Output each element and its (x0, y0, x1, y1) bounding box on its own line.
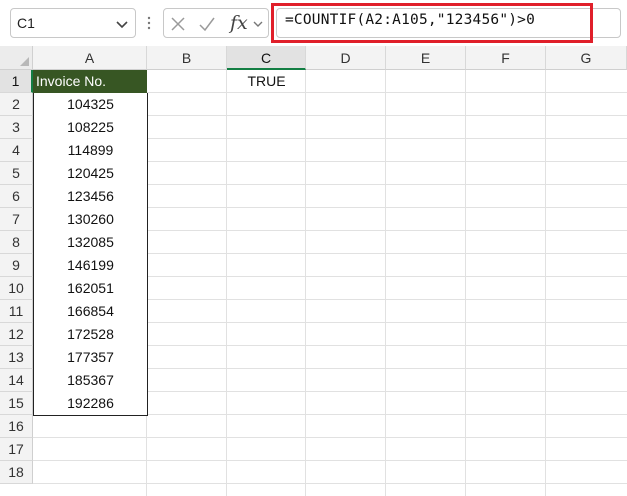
cell-a4[interactable]: 114899 (33, 139, 148, 163)
cell-a14[interactable]: 185367 (33, 369, 148, 393)
row-header-6[interactable]: 6 (0, 185, 33, 208)
row-header-4[interactable]: 4 (0, 139, 33, 162)
column-header-b[interactable]: B (147, 46, 227, 70)
column-header-d[interactable]: D (306, 46, 386, 70)
insert-function-button[interactable]: fx (230, 12, 248, 34)
row-header-11[interactable]: 11 (0, 300, 33, 323)
chevron-down-icon[interactable] (115, 17, 129, 31)
cell-a1[interactable]: Invoice No. (33, 70, 147, 93)
formula-toolbar: C1 fx =COUNTIF(A2:A105,"123456")>0 (0, 0, 627, 46)
gridline (465, 70, 466, 496)
cell-a9[interactable]: 146199 (33, 254, 148, 278)
row-header-8[interactable]: 8 (0, 231, 33, 254)
select-all-button[interactable] (0, 46, 33, 70)
column-header-g[interactable]: G (546, 46, 627, 70)
row-header-10[interactable]: 10 (0, 277, 33, 300)
row-header-2[interactable]: 2 (0, 93, 33, 116)
gridline (33, 437, 627, 438)
column-header-f[interactable]: F (466, 46, 546, 70)
gridline (33, 460, 627, 461)
spreadsheet-grid: A B C D E F G 1 2 3 4 5 6 7 8 9 10 11 12 13 14 15 16 17 18 Invoic… (0, 46, 627, 496)
column-header-a[interactable]: A (33, 46, 147, 70)
formula-text: =COUNTIF(A2:A105,"123456")>0 (285, 12, 536, 28)
select-all-icon (20, 57, 29, 66)
gridline (545, 70, 546, 496)
cell-a10[interactable]: 162051 (33, 277, 148, 301)
row-header-7[interactable]: 7 (0, 208, 33, 231)
column-header-e[interactable]: E (386, 46, 466, 70)
cell-a2[interactable]: 104325 (33, 93, 148, 117)
cell-a13[interactable]: 177357 (33, 346, 148, 370)
gridline (226, 70, 227, 496)
cell-a6[interactable]: 123456 (33, 185, 148, 209)
row-header-5[interactable]: 5 (0, 162, 33, 185)
row-header-14[interactable]: 14 (0, 369, 33, 392)
gridline (385, 70, 386, 496)
row-header-3[interactable]: 3 (0, 116, 33, 139)
cell-c1[interactable]: TRUE (227, 70, 306, 93)
name-box[interactable]: C1 (10, 8, 136, 38)
row-header-9[interactable]: 9 (0, 254, 33, 277)
column-header-c[interactable]: C (227, 46, 306, 70)
row-header-13[interactable]: 13 (0, 346, 33, 369)
row-header-1[interactable]: 1 (0, 70, 33, 93)
gridline (33, 483, 627, 484)
more-options-icon[interactable] (144, 16, 154, 30)
enter-check-icon[interactable] (198, 15, 216, 33)
cell-a12[interactable]: 172528 (33, 323, 148, 347)
chevron-down-icon[interactable] (252, 18, 264, 30)
cell-a15[interactable]: 192286 (33, 392, 148, 416)
row-header-12[interactable]: 12 (0, 323, 33, 346)
row-header-17[interactable]: 17 (0, 438, 33, 461)
cell-a3[interactable]: 108225 (33, 116, 148, 140)
row-header-16[interactable]: 16 (0, 415, 33, 438)
row-header-15[interactable]: 15 (0, 392, 33, 415)
formula-actions: fx (163, 8, 269, 38)
cancel-icon[interactable] (170, 16, 186, 32)
cell-a11[interactable]: 166854 (33, 300, 148, 324)
name-box-value: C1 (17, 15, 35, 31)
row-header-18[interactable]: 18 (0, 461, 33, 484)
cell-a8[interactable]: 132085 (33, 231, 148, 255)
cell-a7[interactable]: 130260 (33, 208, 148, 232)
cell-a5[interactable]: 120425 (33, 162, 148, 186)
gridline (305, 70, 306, 496)
